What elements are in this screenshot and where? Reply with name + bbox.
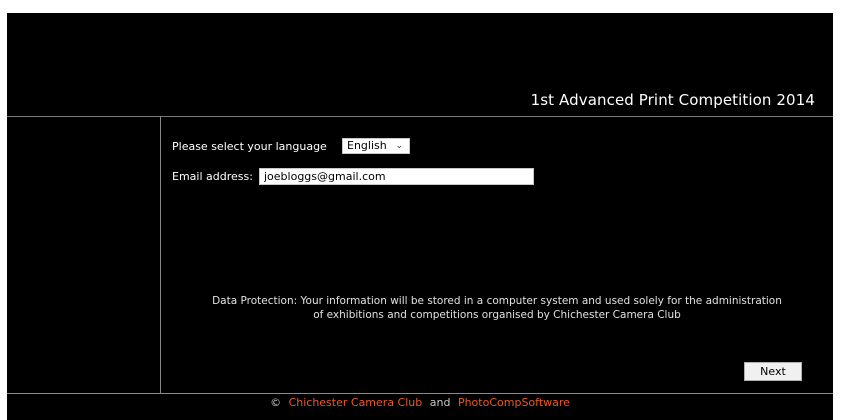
data-protection-line-2: of exhibitions and competitions organise… (313, 309, 681, 321)
next-button[interactable]: Next (744, 362, 802, 381)
page-title: 1st Advanced Print Competition 2014 (530, 91, 815, 109)
page-frame: 1st Advanced Print Competition 2014 Plea… (0, 0, 841, 420)
data-protection-notice: Data Protection: Your information will b… (161, 294, 833, 322)
language-select[interactable]: English ⌄ (342, 138, 410, 154)
chevron-down-icon: ⌄ (395, 141, 403, 151)
main-panel: Please select your language English ⌄ Em… (161, 117, 833, 393)
copyright-symbol: © (270, 396, 282, 409)
language-select-value: English (347, 139, 387, 152)
language-label: Please select your language (172, 140, 327, 153)
header-banner: 1st Advanced Print Competition 2014 (7, 13, 833, 117)
club-link[interactable]: Chichester Camera Club (289, 396, 423, 409)
left-sidebar (7, 117, 161, 393)
data-protection-line-1: Data Protection: Your information will b… (212, 295, 782, 307)
footer: © Chichester Camera Club and PhotoCompSo… (7, 393, 833, 420)
software-link[interactable]: PhotoCompSoftware (458, 396, 570, 409)
email-field[interactable] (259, 168, 534, 185)
footer-and-text: and (429, 396, 451, 409)
email-label: Email address: (172, 170, 253, 183)
